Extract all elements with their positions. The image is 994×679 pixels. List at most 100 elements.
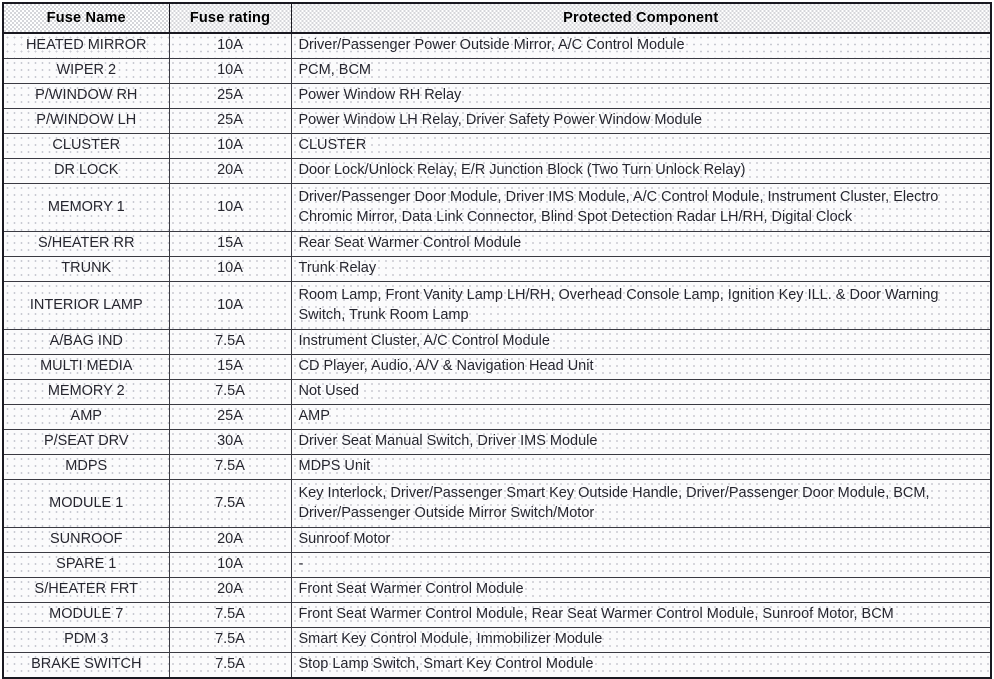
header-fuse-rating: Fuse rating — [168, 2, 292, 34]
fuse-table: Fuse Name Fuse rating Protected Componen… — [2, 2, 992, 679]
cell-protected-component: Stop Lamp Switch, Smart Key Control Modu… — [290, 652, 992, 679]
table-row: P/SEAT DRV 30A Driver Seat Manual Switch, … — [2, 429, 992, 455]
cell-fuse-name: MEMORY 2 — [2, 379, 170, 405]
header-protected-component: Protected Component — [290, 2, 992, 34]
cell-protected-component: Not Used — [290, 379, 992, 405]
cell-protected-component: CLUSTER — [290, 133, 992, 159]
table-header-row: Fuse Name Fuse rating Protected Componen… — [2, 2, 992, 34]
fuse-table-body: HEATED MIRROR 10A Driver/Passenger Power O… — [2, 32, 992, 679]
cell-protected-component: PCM, BCM — [290, 58, 992, 84]
fuse-table-container: Fuse Name Fuse rating Protected Componen… — [2, 2, 992, 679]
cell-fuse-rating: 10A — [168, 183, 292, 232]
cell-fuse-name: DR LOCK — [2, 158, 170, 184]
cell-protected-component: Driver/Passenger Door Module, Driver IMS… — [290, 183, 992, 232]
cell-protected-component: Front Seat Warmer Control Module — [290, 577, 992, 603]
table-row: MEMORY 2 7.5A Not Used — [2, 379, 992, 405]
cell-protected-component: CD Player, Audio, A/V & Navigation Head … — [290, 354, 992, 380]
cell-fuse-rating: 10A — [168, 281, 292, 330]
cell-fuse-name: A/BAG IND — [2, 329, 170, 355]
cell-fuse-name: BRAKE SWITCH — [2, 652, 170, 679]
cell-fuse-name: HEATED MIRROR — [2, 32, 170, 59]
cell-fuse-rating: 15A — [168, 231, 292, 257]
table-row: P/WINDOW LH 25A Power Window LH Relay, Dri… — [2, 108, 992, 134]
table-row: MULTI MEDIA 15A CD Player, Audio, A/V & Na… — [2, 354, 992, 380]
cell-fuse-rating: 7.5A — [168, 329, 292, 355]
fuse-table-header: Fuse Name Fuse rating Protected Componen… — [2, 2, 992, 34]
cell-fuse-rating: 30A — [168, 429, 292, 455]
cell-fuse-name: AMP — [2, 404, 170, 430]
cell-fuse-rating: 25A — [168, 83, 292, 109]
header-fuse-name: Fuse Name — [2, 2, 170, 34]
cell-fuse-name: CLUSTER — [2, 133, 170, 159]
cell-fuse-rating: 20A — [168, 577, 292, 603]
cell-fuse-rating: 7.5A — [168, 652, 292, 679]
cell-fuse-rating: 10A — [168, 32, 292, 59]
cell-protected-component: Room Lamp, Front Vanity Lamp LH/RH, Over… — [290, 281, 992, 330]
cell-protected-component: Trunk Relay — [290, 256, 992, 282]
cell-fuse-rating: 25A — [168, 404, 292, 430]
cell-protected-component: Key Interlock, Driver/Passenger Smart Ke… — [290, 479, 992, 528]
table-row: P/WINDOW RH 25A Power Window RH Relay — [2, 83, 992, 109]
cell-protected-component: Instrument Cluster, A/C Control Module — [290, 329, 992, 355]
cell-protected-component: AMP — [290, 404, 992, 430]
cell-fuse-name: MDPS — [2, 454, 170, 480]
table-row: TRUNK 10A Trunk Relay — [2, 256, 992, 282]
table-row: MDPS 7.5A MDPS Unit — [2, 454, 992, 480]
cell-fuse-rating: 10A — [168, 552, 292, 578]
table-row: DR LOCK 20A Door Lock/Unlock Relay, E/R Ju… — [2, 158, 992, 184]
cell-fuse-name: MULTI MEDIA — [2, 354, 170, 380]
cell-fuse-name: INTERIOR LAMP — [2, 281, 170, 330]
cell-fuse-name: TRUNK — [2, 256, 170, 282]
cell-protected-component: Door Lock/Unlock Relay, E/R Junction Blo… — [290, 158, 992, 184]
cell-fuse-name: SUNROOF — [2, 527, 170, 553]
cell-fuse-rating: 10A — [168, 256, 292, 282]
cell-protected-component: - — [290, 552, 992, 578]
cell-fuse-rating: 7.5A — [168, 479, 292, 528]
cell-fuse-name: P/SEAT DRV — [2, 429, 170, 455]
cell-fuse-rating: 20A — [168, 158, 292, 184]
cell-protected-component: Power Window LH Relay, Driver Safety Pow… — [290, 108, 992, 134]
table-row: A/BAG IND 7.5A Instrument Cluster, A/C Con… — [2, 329, 992, 355]
table-row: AMP 25A AMP — [2, 404, 992, 430]
cell-fuse-name: S/HEATER RR — [2, 231, 170, 257]
cell-fuse-name: P/WINDOW RH — [2, 83, 170, 109]
cell-protected-component: Smart Key Control Module, Immobilizer Mo… — [290, 627, 992, 653]
cell-fuse-rating: 20A — [168, 527, 292, 553]
cell-fuse-rating: 10A — [168, 58, 292, 84]
cell-fuse-rating: 7.5A — [168, 379, 292, 405]
table-row: INTERIOR LAMP 10A Room Lamp, Front Vanity … — [2, 281, 992, 330]
cell-fuse-rating: 10A — [168, 133, 292, 159]
cell-fuse-name: MODULE 7 — [2, 602, 170, 628]
table-row: HEATED MIRROR 10A Driver/Passenger Power O… — [2, 32, 992, 59]
table-row: SUNROOF 20A Sunroof Motor — [2, 527, 992, 553]
cell-fuse-rating: 7.5A — [168, 627, 292, 653]
cell-protected-component: Sunroof Motor — [290, 527, 992, 553]
table-row: MODULE 7 7.5A Front Seat Warmer Control Mo… — [2, 602, 992, 628]
cell-fuse-rating: 7.5A — [168, 602, 292, 628]
cell-protected-component: Driver/Passenger Power Outside Mirror, A… — [290, 32, 992, 59]
cell-fuse-name: MODULE 1 — [2, 479, 170, 528]
cell-protected-component: Rear Seat Warmer Control Module — [290, 231, 992, 257]
cell-protected-component: Power Window RH Relay — [290, 83, 992, 109]
table-row: PDM 3 7.5A Smart Key Control Module, Immob… — [2, 627, 992, 653]
cell-fuse-name: S/HEATER FRT — [2, 577, 170, 603]
table-row: SPARE 1 10A - — [2, 552, 992, 578]
table-row: MODULE 1 7.5A Key Interlock, Driver/Passen… — [2, 479, 992, 528]
cell-fuse-name: WIPER 2 — [2, 58, 170, 84]
table-row: CLUSTER 10A CLUSTER — [2, 133, 992, 159]
table-row: BRAKE SWITCH 7.5A Stop Lamp Switch, Smart … — [2, 652, 992, 679]
cell-fuse-rating: 25A — [168, 108, 292, 134]
cell-fuse-rating: 15A — [168, 354, 292, 380]
cell-protected-component: MDPS Unit — [290, 454, 992, 480]
cell-fuse-name: SPARE 1 — [2, 552, 170, 578]
cell-protected-component: Driver Seat Manual Switch, Driver IMS Mo… — [290, 429, 992, 455]
table-row: MEMORY 1 10A Driver/Passenger Door Module,… — [2, 183, 992, 232]
cell-protected-component: Front Seat Warmer Control Module, Rear S… — [290, 602, 992, 628]
table-row: S/HEATER RR 15A Rear Seat Warmer Control M… — [2, 231, 992, 257]
cell-fuse-name: P/WINDOW LH — [2, 108, 170, 134]
cell-fuse-rating: 7.5A — [168, 454, 292, 480]
cell-fuse-name: MEMORY 1 — [2, 183, 170, 232]
table-row: WIPER 2 10A PCM, BCM — [2, 58, 992, 84]
cell-fuse-name: PDM 3 — [2, 627, 170, 653]
table-row: S/HEATER FRT 20A Front Seat Warmer Control… — [2, 577, 992, 603]
